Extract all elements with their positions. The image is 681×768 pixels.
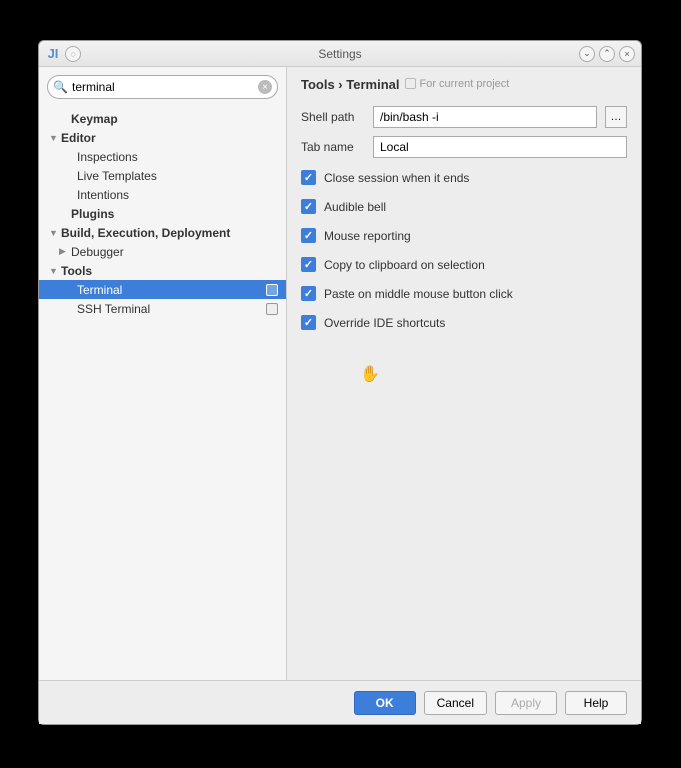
shell-path-input[interactable] (373, 106, 597, 128)
tree-label: Plugins (71, 207, 114, 221)
mouse-reporting-label[interactable]: Mouse reporting (324, 229, 411, 243)
titlebar: JI ◌ Settings ⌄ ⌃ × (39, 41, 641, 67)
tree-item-inspections[interactable]: Inspections (39, 147, 286, 166)
search-icon: 🔍 (53, 80, 68, 94)
tree-item-debugger[interactable]: ▶Debugger (39, 242, 286, 261)
ok-button[interactable]: OK (354, 691, 416, 715)
search-input[interactable] (47, 75, 278, 99)
close-button[interactable]: × (619, 46, 635, 62)
tree-label: Editor (61, 131, 96, 145)
mouse-reporting-checkbox[interactable]: ✓ (301, 228, 316, 243)
cancel-button[interactable]: Cancel (424, 691, 487, 715)
chevron-down-icon[interactable]: ▼ (49, 228, 61, 238)
tree-item-plugins[interactable]: Plugins (39, 204, 286, 223)
close-session-label[interactable]: Close session when it ends (324, 171, 469, 185)
breadcrumb-path: Tools › Terminal (301, 77, 399, 92)
help-button[interactable]: Help (565, 691, 627, 715)
tree-item-tools[interactable]: ▼Tools (39, 261, 286, 280)
project-badge-icon (266, 303, 278, 315)
shell-path-label: Shell path (301, 110, 365, 124)
tree-item-terminal[interactable]: Terminal (39, 280, 286, 299)
tree-label: Tools (61, 264, 92, 278)
tree-label: SSH Terminal (77, 302, 150, 316)
apply-button[interactable]: Apply (495, 691, 557, 715)
app-logo-icon: JI (45, 46, 61, 62)
chevron-down-icon[interactable]: ▼ (49, 133, 61, 143)
override-shortcuts-label[interactable]: Override IDE shortcuts (324, 316, 445, 330)
tree-item-keymap[interactable]: Keymap (39, 109, 286, 128)
chevron-right-icon[interactable]: ▶ (59, 246, 71, 257)
clear-search-icon[interactable]: × (258, 80, 272, 94)
tree-label: Intentions (77, 188, 129, 202)
tree-item-build[interactable]: ▼Build, Execution, Deployment (39, 223, 286, 242)
tree-label: Terminal (77, 283, 122, 297)
browse-button[interactable]: … (605, 106, 627, 128)
tree-item-ssh-terminal[interactable]: SSH Terminal (39, 299, 286, 318)
dialog-footer: OK Cancel Apply Help (39, 680, 641, 724)
project-scope-icon (405, 78, 416, 89)
close-session-checkbox[interactable]: ✓ (301, 170, 316, 185)
audible-bell-label[interactable]: Audible bell (324, 200, 386, 214)
spinner-icon: ◌ (65, 46, 81, 62)
settings-tree: Keymap ▼Editor Inspections Live Template… (39, 107, 286, 680)
tree-label: Keymap (71, 112, 118, 126)
window-title: Settings (105, 47, 575, 61)
copy-clipboard-checkbox[interactable]: ✓ (301, 257, 316, 272)
tree-label: Build, Execution, Deployment (61, 226, 230, 240)
search-box: 🔍 × (47, 75, 278, 99)
tab-name-input[interactable] (373, 136, 627, 158)
paste-middle-label[interactable]: Paste on middle mouse button click (324, 287, 513, 301)
tree-label: Inspections (77, 150, 138, 164)
tree-item-live-templates[interactable]: Live Templates (39, 166, 286, 185)
breadcrumb: Tools › Terminal For current project (301, 77, 627, 92)
chevron-down-icon[interactable]: ▼ (49, 266, 61, 276)
override-shortcuts-checkbox[interactable]: ✓ (301, 315, 316, 330)
tree-item-intentions[interactable]: Intentions (39, 185, 286, 204)
audible-bell-checkbox[interactable]: ✓ (301, 199, 316, 214)
tree-label: Live Templates (77, 169, 157, 183)
breadcrumb-note: For current project (405, 78, 509, 90)
project-badge-icon (266, 284, 278, 296)
settings-dialog: JI ◌ Settings ⌄ ⌃ × 🔍 × Keymap ▼Editor I… (38, 40, 642, 725)
tree-label: Debugger (71, 245, 124, 259)
copy-clipboard-label[interactable]: Copy to clipboard on selection (324, 258, 485, 272)
main-panel: Tools › Terminal For current project She… (287, 67, 641, 680)
tree-item-editor[interactable]: ▼Editor (39, 128, 286, 147)
paste-middle-checkbox[interactable]: ✓ (301, 286, 316, 301)
tab-name-label: Tab name (301, 140, 365, 154)
minimize-button[interactable]: ⌄ (579, 46, 595, 62)
sidebar: 🔍 × Keymap ▼Editor Inspections Live Temp… (39, 67, 287, 680)
maximize-button[interactable]: ⌃ (599, 46, 615, 62)
